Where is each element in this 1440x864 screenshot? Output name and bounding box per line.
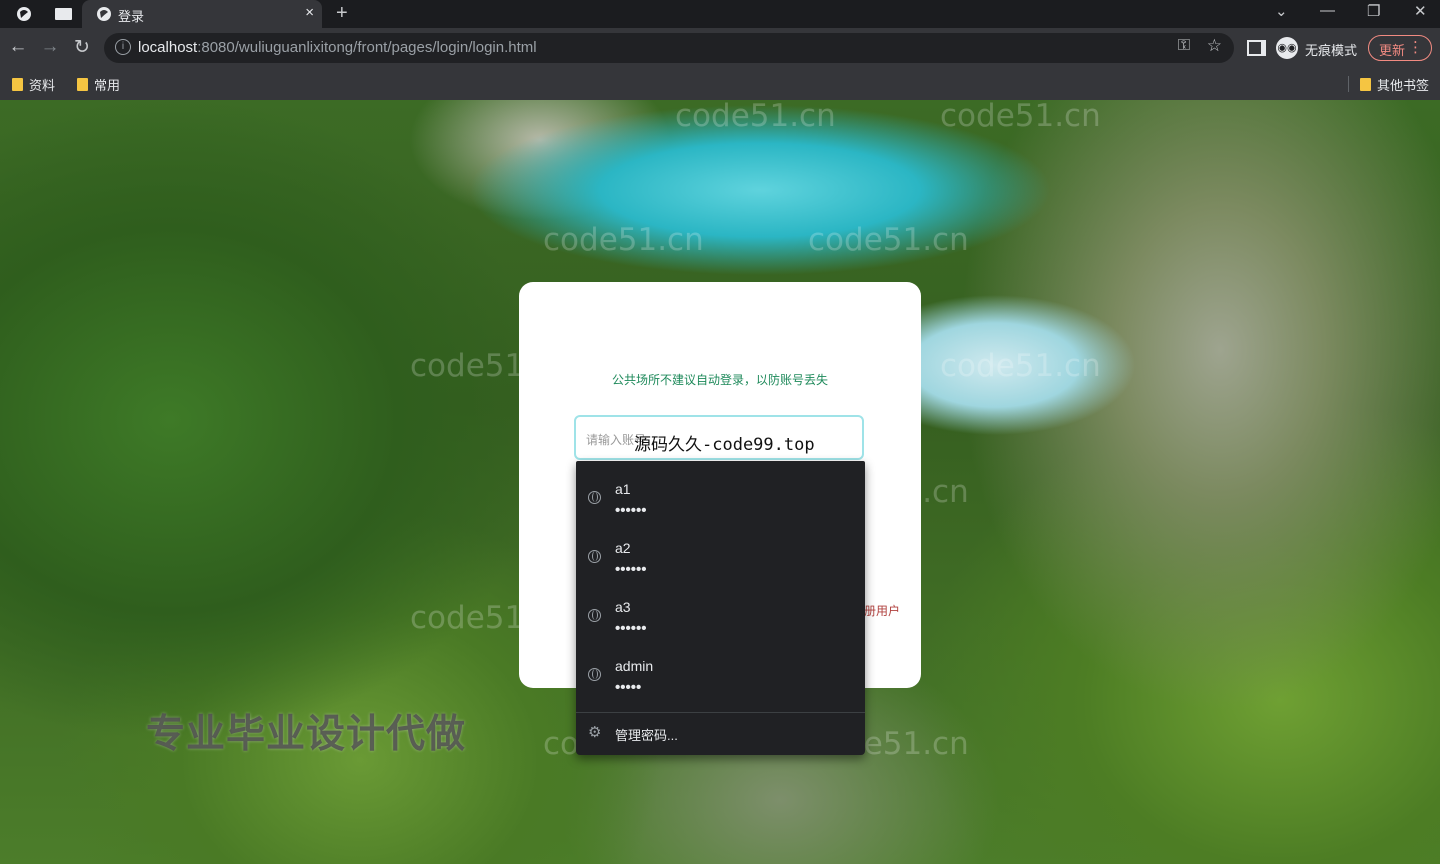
gear-icon: ⚙ (588, 724, 602, 741)
tab-search-dropdown-icon[interactable]: ⌄ (1275, 2, 1288, 20)
url-host: localhost (138, 39, 198, 56)
globe-icon (588, 668, 601, 681)
restore-button[interactable]: ❐ (1367, 2, 1380, 20)
update-label: 更新 (1379, 43, 1406, 58)
tab-strip: 登录 × + ⌄ — ❐ ✕ (0, 0, 1440, 28)
address-bar[interactable]: i localhost:8080/wuliuguanlixitong/front… (104, 33, 1234, 63)
watermark-text: code51.cn (675, 100, 836, 134)
autofill-password-mask: ••••• (615, 679, 642, 696)
folder-icon (77, 78, 88, 91)
incognito-label: 无痕模式 (1305, 43, 1358, 58)
bookmarks-bar: 资料 常用 其他书签 (0, 68, 1440, 100)
new-tab-button[interactable]: + (336, 2, 348, 25)
register-link[interactable]: 册用户 (864, 602, 900, 619)
autofill-password-mask: •••••• (615, 502, 647, 519)
login-notice: 公共场所不建议自动登录，以防账号丢失 (611, 373, 828, 387)
watermark-text: code51.cn (940, 348, 1101, 384)
autofill-username: a3 (615, 599, 631, 615)
forward-arrow-icon[interactable]: → (38, 36, 62, 58)
watermark-text: code51.cn (808, 222, 969, 258)
video-watermark-text: 源码久久-code99.top (634, 435, 815, 455)
bookmark-label: 常用 (94, 78, 121, 93)
autofill-item[interactable]: admin ••••• (576, 646, 865, 705)
autofill-item[interactable]: a2 •••••• (576, 528, 865, 587)
autofill-divider (576, 712, 865, 713)
star-icon[interactable]: ☆ (1207, 36, 1222, 56)
side-panel-icon[interactable] (1247, 40, 1266, 56)
folder-icon (1360, 78, 1371, 91)
globe-icon (588, 491, 601, 504)
ad-overlay-text: 专业毕业设计代做 (146, 713, 467, 756)
other-bookmarks-folder[interactable]: 其他书签 (1360, 75, 1429, 94)
password-autofill-dropdown: a1 •••••• a2 •••••• a3 •••••• admin ••••… (576, 461, 865, 755)
folder-icon (12, 78, 23, 91)
manage-passwords-item[interactable]: ⚙ 管理密码... (576, 719, 865, 749)
autofill-password-mask: •••••• (615, 561, 647, 578)
info-icon[interactable]: i (115, 39, 131, 55)
back-arrow-icon[interactable]: ← (6, 36, 30, 58)
tab-title: 登录 (118, 9, 145, 24)
tab-search-icon[interactable] (14, 4, 34, 24)
autofill-username: a1 (615, 481, 631, 497)
autofill-item[interactable]: a3 •••••• (576, 587, 865, 646)
bookmark-folder-changyong[interactable]: 常用 (77, 75, 120, 94)
autofill-username: admin (615, 658, 654, 674)
minimize-button[interactable]: — (1320, 2, 1335, 19)
url-path: :8080/wuliuguanlixitong/front/pages/logi… (197, 39, 537, 56)
autofill-item[interactable]: a1 •••••• (576, 469, 865, 528)
tab-close-icon[interactable]: × (305, 4, 314, 21)
url-text[interactable]: localhost:8080/wuliuguanlixitong/front/p… (138, 39, 537, 56)
watermark-text: code51.cn (940, 100, 1101, 134)
incognito-icon: ◉◉ (1276, 37, 1298, 59)
globe-icon (94, 4, 114, 24)
close-window-button[interactable]: ✕ (1414, 2, 1427, 20)
watermark-text: code51.cn (543, 222, 704, 258)
browser-toolbar: ← → ↻ i localhost:8080/wuliuguanlixitong… (0, 28, 1440, 68)
tab-group-icon[interactable] (53, 4, 73, 24)
manage-passwords-label: 管理密码... (615, 728, 678, 743)
other-bookmarks-label: 其他书签 (1377, 78, 1430, 93)
tab-login[interactable]: 登录 × (82, 0, 322, 28)
globe-icon (588, 609, 601, 622)
more-vert-icon: ⋮ (1408, 39, 1423, 56)
video-watermark: 源码久久-code99.top (634, 422, 815, 455)
key-icon[interactable]: ⚿ (1178, 37, 1190, 55)
globe-icon (588, 550, 601, 563)
bookmark-label: 资料 (29, 78, 56, 93)
bookmark-folder-ziliao[interactable]: 资料 (12, 75, 55, 94)
update-button[interactable]: 更新 ⋮ (1368, 35, 1432, 61)
bookmarks-divider (1348, 76, 1349, 92)
reload-icon[interactable]: ↻ (70, 36, 94, 59)
autofill-username: a2 (615, 540, 631, 556)
autofill-password-mask: •••••• (615, 620, 647, 637)
